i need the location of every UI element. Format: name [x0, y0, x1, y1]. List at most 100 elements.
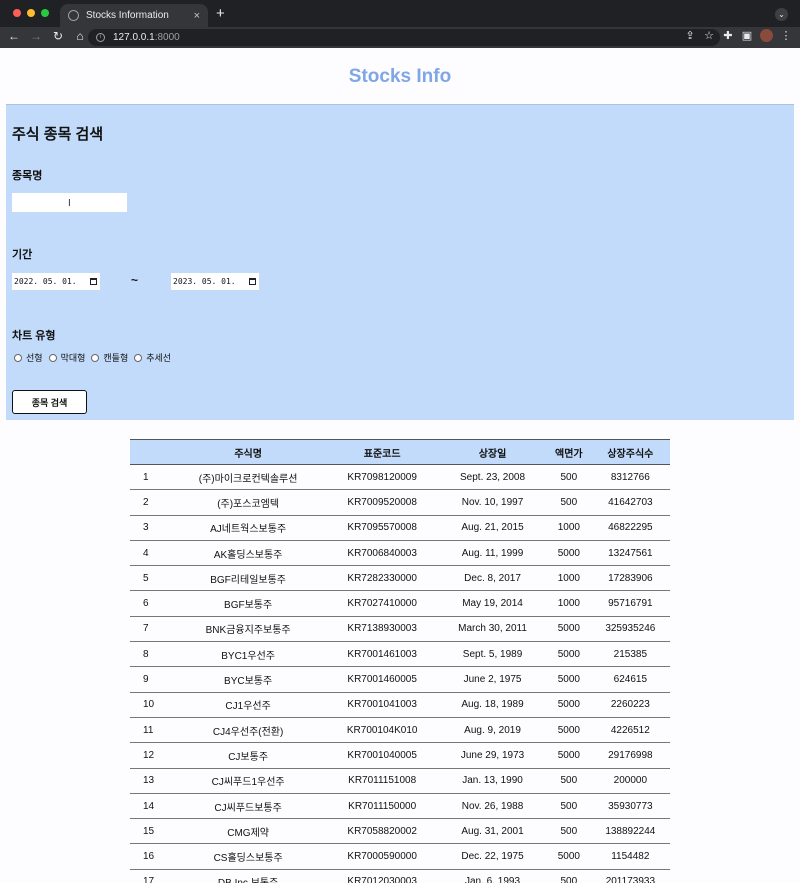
- cell-idx: 6: [130, 590, 170, 617]
- cell-shares: 138892244: [590, 818, 670, 845]
- cell-idx: 5: [130, 565, 170, 592]
- cell-shares: 95716791: [590, 590, 670, 617]
- globe-icon: [68, 10, 79, 21]
- cell-name: CJ1우선주: [170, 692, 327, 718]
- calendar-icon[interactable]: [90, 278, 97, 285]
- cell-code: KR7009520008: [326, 489, 439, 516]
- cell-par: 5000: [546, 616, 591, 643]
- reload-icon[interactable]: ↻: [48, 29, 68, 43]
- cell-idx: 10: [130, 692, 170, 718]
- cell-par: 5000: [546, 717, 591, 744]
- cell-par: 500: [546, 818, 591, 845]
- cell-idx: 11: [130, 717, 170, 744]
- table-row: 3 AJ네트웍스보통주 KR7095570008 Aug. 21, 2015 1000 4…: [130, 515, 670, 541]
- address-bar[interactable]: i 127.0.0.1 :8000: [88, 29, 720, 46]
- chart-type-radio-candle[interactable]: [91, 353, 100, 362]
- cell-date: Aug. 11, 1999: [438, 540, 547, 567]
- cell-idx: 8: [130, 641, 170, 668]
- cell-code: KR7098120009: [326, 464, 439, 491]
- cell-date: March 30, 2011: [438, 616, 547, 643]
- cell-name: BGF리테일보통주: [170, 565, 327, 592]
- table-row: 11 CJ4우선주(전환) KR700104K010 Aug. 9, 2019 5000…: [130, 717, 670, 744]
- column-header-listing-date: 상장일: [438, 439, 547, 465]
- chart-type-radio-line[interactable]: [14, 353, 22, 362]
- cell-code: KR7058820002: [326, 818, 439, 845]
- cell-par: 5000: [546, 843, 591, 870]
- cell-name: CJ4우선주(전환): [170, 717, 327, 744]
- table-row: 13 CJ씨푸드1우선주 KR7011151008 Jan. 13, 1990 500 2…: [130, 768, 670, 794]
- calendar-icon[interactable]: [249, 278, 256, 285]
- tab-close-icon[interactable]: ×: [194, 10, 200, 22]
- window-controls: [13, 9, 49, 17]
- cell-par: 1000: [546, 565, 591, 592]
- maximize-window-button[interactable]: [41, 9, 49, 17]
- browser-tab[interactable]: Stocks Information ×: [60, 4, 208, 27]
- start-date-input[interactable]: 2022. 05. 01.: [12, 273, 100, 290]
- table-row: 1 (주)마이크로컨텍솔루션 KR7098120009 Sept. 23, 2008 5…: [130, 464, 670, 491]
- chart-type-label: 차트 유형: [12, 330, 56, 342]
- cell-date: Jan. 6, 1993: [438, 869, 547, 883]
- close-window-button[interactable]: [13, 9, 21, 17]
- home-icon[interactable]: ⌂: [70, 29, 90, 43]
- table-row: 2 (주)포스코엠텍 KR7009520008 Nov. 10, 1997 500 416…: [130, 489, 670, 516]
- cell-par: 500: [546, 793, 591, 820]
- new-tab-button[interactable]: +: [216, 5, 225, 22]
- bookmark-star-icon[interactable]: ☆: [703, 29, 715, 42]
- cell-code: KR7095570008: [326, 515, 439, 541]
- cell-par: 5000: [546, 666, 591, 693]
- cell-shares: 215385: [590, 641, 670, 668]
- cell-par: 1000: [546, 590, 591, 617]
- url-host: 127.0.0.1: [113, 32, 155, 43]
- cell-code: KR7001460005: [326, 666, 439, 693]
- back-icon[interactable]: ←: [4, 29, 24, 43]
- chart-type-radio-bar[interactable]: [48, 353, 57, 362]
- tab-title: Stocks Information: [86, 10, 169, 21]
- cell-par: 5000: [546, 692, 591, 718]
- cell-shares: 1154482: [590, 843, 670, 870]
- forward-icon[interactable]: →: [26, 29, 46, 43]
- share-icon[interactable]: ⇪: [684, 29, 696, 42]
- search-button[interactable]: 종목 검색: [12, 390, 87, 414]
- tab-search-icon[interactable]: ⌄: [775, 8, 788, 21]
- column-header-par-value: 액면가: [546, 439, 591, 465]
- cell-idx: 7: [130, 616, 170, 643]
- column-header-index: [130, 439, 170, 465]
- cell-par: 500: [546, 489, 591, 516]
- chart-type-radio-trend[interactable]: [134, 353, 143, 362]
- column-header-name: 주식명: [170, 439, 327, 465]
- cell-date: Nov. 10, 1997: [438, 489, 547, 516]
- cell-date: Sept. 23, 2008: [438, 464, 547, 491]
- cell-name: BYC보통주: [170, 666, 327, 693]
- column-header-shares: 상장주식수: [590, 439, 670, 465]
- table-row: 9 BYC보통주 KR7001460005 June 2, 1975 5000 62461…: [130, 666, 670, 693]
- cell-idx: 17: [130, 869, 170, 883]
- chart-type-label-bar: 막대형: [60, 353, 86, 363]
- site-info-icon[interactable]: i: [96, 33, 105, 42]
- table-row: 14 CJ씨푸드보통주 KR7011150000 Nov. 26, 1988 500 35…: [130, 793, 670, 820]
- chart-type-label-candle: 캔들형: [103, 353, 129, 363]
- menu-icon[interactable]: ⋮: [780, 29, 792, 42]
- cell-name: AJ네트웍스보통주: [170, 515, 327, 541]
- date-range-separator: ~: [131, 273, 139, 287]
- minimize-window-button[interactable]: [27, 9, 35, 17]
- chart-type-label-trend: 추세선: [146, 353, 172, 363]
- cell-shares: 35930773: [590, 793, 670, 820]
- cell-idx: 3: [130, 515, 170, 541]
- cell-par: 5000: [546, 540, 591, 567]
- cell-code: KR7001041003: [326, 692, 439, 718]
- cell-shares: 13247561: [590, 540, 670, 567]
- cell-date: Nov. 26, 1988: [438, 793, 547, 820]
- cell-shares: 325935246: [590, 616, 670, 643]
- cell-par: 5000: [546, 641, 591, 668]
- side-panel-icon[interactable]: ▣: [741, 29, 753, 42]
- cell-date: Aug. 21, 2015: [438, 515, 547, 541]
- cell-code: KR7011150000: [326, 793, 439, 820]
- extensions-icon[interactable]: ✚: [722, 29, 734, 42]
- end-date-input[interactable]: 2023. 05. 01.: [171, 273, 259, 290]
- cell-code: KR7138930003: [326, 616, 439, 643]
- cell-shares: 46822295: [590, 515, 670, 541]
- cell-code: KR7001461003: [326, 641, 439, 668]
- profile-avatar[interactable]: [760, 29, 773, 42]
- table-row: 17DB Inc.보통주KR7012030003Jan. 6, 19935002…: [130, 869, 670, 883]
- cell-par: 500: [546, 869, 591, 883]
